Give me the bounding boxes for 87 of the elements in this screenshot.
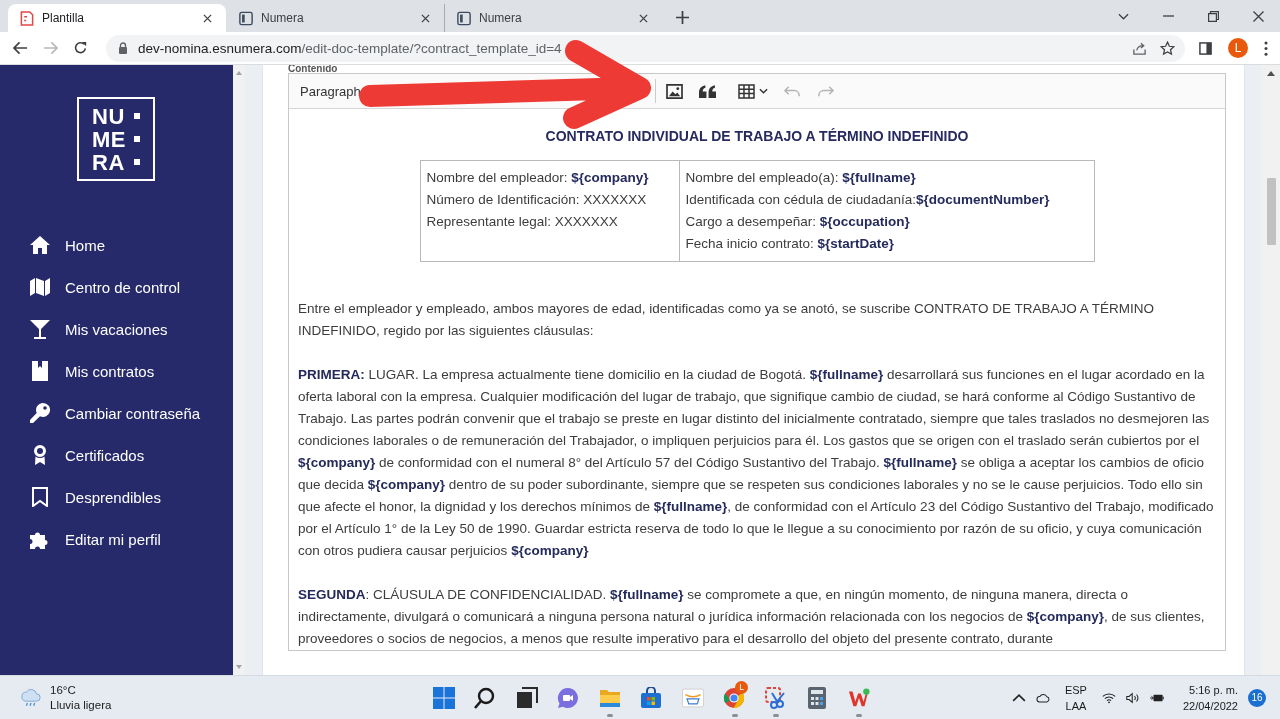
- wifi-icon[interactable]: [1101, 691, 1116, 704]
- image-icon[interactable]: [666, 83, 683, 99]
- close-icon[interactable]: [203, 13, 212, 23]
- scroll-up-icon[interactable]: [1267, 71, 1275, 76]
- new-tab-icon[interactable]: [676, 11, 689, 24]
- book-icon: [30, 361, 50, 381]
- shopping-bag-icon[interactable]: [640, 686, 663, 709]
- close-icon[interactable]: [639, 13, 648, 23]
- sidebar-item[interactable]: Desprendibles: [0, 476, 201, 518]
- clock-time: 5:16 p. m.: [1189, 682, 1238, 698]
- windows-start-icon[interactable]: [432, 686, 455, 709]
- field-line: Representante legal: XXXXXXX: [426, 213, 619, 231]
- cocktail-glass-icon: [30, 319, 50, 339]
- square-icon: [134, 136, 140, 142]
- sidebar-item[interactable]: Certificados: [0, 434, 201, 476]
- field-line: Identificada con cédula de ciudadanía:${documentNumber}: [685, 191, 1051, 209]
- field-label: Contenido: [288, 65, 339, 73]
- chevron-up-icon[interactable]: [1011, 691, 1026, 704]
- clock-date: 22/04/2022: [1182, 698, 1238, 714]
- side-panel-icon[interactable]: [1199, 41, 1212, 55]
- home-icon: [30, 235, 50, 255]
- volume-icon[interactable]: [1125, 691, 1140, 704]
- logo-text: RA: [92, 150, 126, 174]
- paragraph: Entre el empleador y empleado, ambos mayores de edad, identificadas como ya se anotó, se suscribe CONTRATO DE TRABAJO A TÉRMINO INDEFINIDO, regido por las siguientes cláusulas:: [298, 300, 1155, 340]
- url-text: dev-nomina.esnumera.com/edit-doc-template/?contract_template_id=4: [138, 40, 562, 56]
- square-icon: [134, 113, 140, 119]
- paragraph: SEGUNDA: CLÁUSULA DE CONFIDENCIALIDAD. ${fullname} se compromete a que, en ningún momento, de ninguna manera, directa o indirectamente, divulgará o comunicará a ninguna persona natural o jurídica información relacionada con los negocios de ${company}, de sus clientes, proveedores o socios de negocios, a menos que resulte imperativo para el desarrollo del objeto del presente contrato, durante: [298, 586, 1206, 648]
- paragraph: PRIMERA: LUGAR. La empresa actualmente tiene domicilio en la ciudad de Bogotá. ${fullname} desarrollará sus funciones en el lugar acordado en la oferta laboral con la empresa. Cualquier modificación del lugar de trabajo, que signifique cambio de ciudad, se hará conforme al Código Sustantivo de Trabajo. Las partes podrán convenir que el trabajo se preste en lugar distinto del inicialmente contratado, siempre que tales traslados no desmejoren las condiciones laborales o de remuneración del Trabajador, o impliquen perjuicios para él. Los gastos que se origen con el traslado serán cubiertos por el ${company} de conformidad con el numeral 8° del Artículo 57 del Código Sustantivo del Trabajo. ${fullname} se obliga a aceptar los cambios de oficio que decida ${company} dentro de su poder subordinante, siempre que se respeten sus condiciones laborales y no se le cause perjuicios. Todo ello sin que afecte el honor, la dignidad y los derechos mínimos de ${fullname}, de conformidad con el Artículo 23 del Código Sustantivo del Trabajo, modificado por el Artículo 1° de la Ley 50 de 1990. Guardar estricta reserva de todo lo que le llegue a su conocimiento por razón de su oficio, y cuya comunicación con otros pudiera causar perjuicios ${company}: [298, 366, 1215, 560]
- sidebar-item[interactable]: Home: [0, 224, 201, 266]
- restore-icon[interactable]: [1208, 10, 1219, 22]
- insert-table-button[interactable]: [738, 81, 768, 101]
- map-icon: [30, 277, 50, 297]
- language-indicator[interactable]: ESP LAA: [1064, 681, 1087, 714]
- document-title: CONTRATO INDIVIDUAL DE TRABAJO A TÉRMINO INDEFINIDO: [544, 127, 970, 146]
- sidebar-item[interactable]: Editar mi perfil: [0, 518, 201, 560]
- back-icon[interactable]: [13, 41, 28, 55]
- notification-badge[interactable]: 16: [1248, 688, 1266, 707]
- calculator-icon[interactable]: [806, 686, 829, 709]
- window-icon: [239, 10, 253, 26]
- caret-icon: [759, 88, 768, 94]
- weather-condition: Lluvia ligera: [50, 697, 112, 713]
- close-icon[interactable]: [1253, 10, 1264, 22]
- star-icon[interactable]: [1160, 40, 1175, 56]
- logo-text: NU: [92, 104, 126, 128]
- window-icon: [457, 10, 471, 26]
- browser-tab[interactable]: Numera: [444, 4, 662, 32]
- field-line: Fecha inicio contrato: ${startDate}: [685, 235, 896, 253]
- lock-icon: [118, 42, 128, 54]
- scrollbar[interactable]: [1262, 65, 1280, 675]
- weather-temperature: 16°C: [50, 682, 77, 698]
- cloud-icon[interactable]: [1035, 691, 1050, 704]
- scrollbar-thumb[interactable]: [1266, 178, 1276, 245]
- paragraph-format-dropdown[interactable]: Paragraph: [300, 79, 370, 103]
- key-icon: [30, 403, 50, 423]
- field-line: Nombre del empleador: ${company}: [426, 169, 650, 187]
- profile-avatar[interactable]: L: [1228, 38, 1248, 58]
- quote-icon[interactable]: [699, 83, 716, 99]
- reload-icon[interactable]: [73, 41, 88, 55]
- menu-icon[interactable]: [1264, 40, 1268, 56]
- video-chat-icon[interactable]: [557, 686, 580, 709]
- office-suite-icon[interactable]: [847, 686, 870, 709]
- address-field[interactable]: dev-nomina.esnumera.com/edit-doc-template/?contract_template_id=4: [106, 34, 1185, 62]
- document-icon: [20, 10, 34, 26]
- scissors-icon[interactable]: [764, 686, 787, 709]
- sidebar-item[interactable]: Centro de control: [0, 266, 201, 308]
- logo-text: ME: [92, 127, 127, 151]
- field-line: Número de Identificación: XXXXXXX: [426, 191, 648, 209]
- clock[interactable]: 5:16 p. m. 22/04/2022: [1182, 681, 1238, 714]
- sidebar-item[interactable]: Mis contratos: [0, 350, 201, 392]
- search-icon[interactable]: [474, 686, 497, 709]
- sidebar-item[interactable]: Cambiar contraseña: [0, 392, 201, 434]
- keyboard-layout: LAA: [1065, 698, 1087, 714]
- profile-badge: L: [735, 680, 748, 694]
- field-line: Nombre del empleado(a): ${fullname}: [685, 169, 917, 187]
- browser-tab[interactable]: Numera: [226, 4, 444, 32]
- language-code: ESP: [1064, 682, 1087, 698]
- table-icon: [738, 83, 755, 99]
- field-line: Cargo a desempeñar: ${occupation}: [685, 213, 911, 231]
- shopping-cart-tile-icon[interactable]: [681, 686, 704, 709]
- chevron-down-icon[interactable]: [1118, 12, 1129, 20]
- share-icon[interactable]: [1132, 40, 1147, 56]
- task-view-icon[interactable]: [515, 686, 538, 709]
- browser-tab[interactable]: Plantilla: [8, 4, 226, 32]
- close-icon[interactable]: [421, 13, 430, 23]
- square-icon: [134, 159, 140, 165]
- bookmark-icon: [30, 487, 50, 507]
- sidebar-item[interactable]: Mis vacaciones: [0, 308, 201, 350]
